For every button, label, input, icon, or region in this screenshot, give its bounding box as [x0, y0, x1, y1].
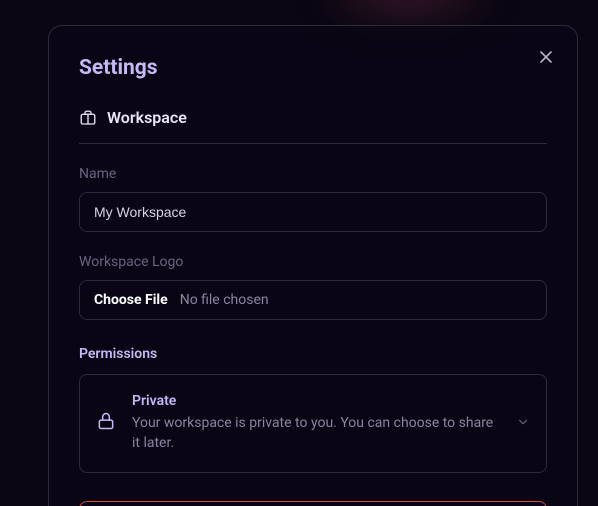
- permission-description: Your workspace is private to you. You ca…: [132, 413, 500, 454]
- modal-scroll-container[interactable]: Settings Workspace Name Workspace Logo C…: [0, 0, 598, 506]
- danger-zone-box: [79, 501, 547, 506]
- lock-icon: [96, 411, 116, 435]
- close-icon: [539, 50, 553, 64]
- section-header-workspace: Workspace: [79, 108, 547, 127]
- modal-title: Settings: [79, 56, 547, 80]
- section-divider: [79, 143, 547, 144]
- logo-label: Workspace Logo: [79, 254, 547, 270]
- workspace-name-input[interactable]: [79, 192, 547, 232]
- logo-file-picker[interactable]: Choose File No file chosen: [79, 280, 547, 320]
- permissions-label: Permissions: [79, 346, 547, 362]
- settings-modal: Settings Workspace Name Workspace Logo C…: [48, 25, 578, 506]
- briefcase-icon: [79, 109, 97, 127]
- permission-title: Private: [132, 393, 500, 409]
- close-button[interactable]: [537, 48, 555, 66]
- permissions-selector[interactable]: Private Your workspace is private to you…: [79, 374, 547, 473]
- name-label: Name: [79, 166, 547, 182]
- file-status-text: No file chosen: [180, 292, 269, 308]
- permission-text: Private Your workspace is private to you…: [132, 393, 500, 454]
- section-title: Workspace: [107, 108, 187, 127]
- choose-file-button[interactable]: Choose File: [94, 292, 168, 308]
- chevron-down-icon: [516, 414, 530, 433]
